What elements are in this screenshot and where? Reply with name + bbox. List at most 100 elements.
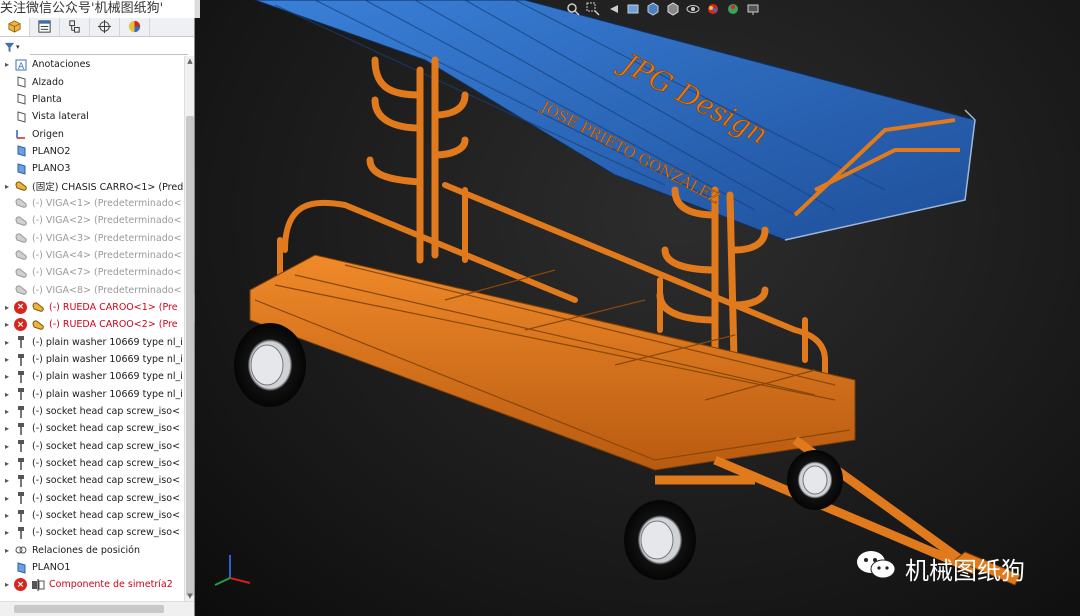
expand-arrow-icon[interactable]: ▸: [0, 494, 14, 503]
tree-item-label: (-) socket head cap screw_iso<: [32, 492, 181, 504]
trailer-model[interactable]: JPG Design JOSE PRIETO GONZÁLEZ: [195, 0, 1080, 616]
display-style-icon[interactable]: [665, 1, 681, 17]
expand-arrow-icon[interactable]: ▸: [0, 476, 14, 485]
tree-item-label: (-) plain washer 10669 type nl_i: [32, 388, 183, 400]
section-view-icon[interactable]: [625, 1, 641, 17]
previous-view-icon[interactable]: [605, 1, 621, 17]
tree-item[interactable]: ▸ (-) socket head cap screw_iso<: [0, 524, 184, 541]
wheel-rear-left: [234, 323, 306, 407]
tree-item[interactable]: ▸ (-) socket head cap screw_iso<: [0, 455, 184, 472]
expand-arrow-icon[interactable]: ▸: [0, 60, 14, 69]
tree-item-label: Componente de simetría2: [49, 579, 173, 591]
tree-item[interactable]: ▸ (-) socket head cap screw_iso<: [0, 490, 184, 507]
heads-up-toolbar: [565, 0, 761, 18]
plane-blue-icon: [14, 162, 28, 176]
tree-item[interactable]: ▸ (-) socket head cap screw_iso<: [0, 403, 184, 420]
expand-arrow-icon[interactable]: ▸: [0, 528, 14, 537]
screw-icon: [14, 370, 28, 384]
expand-arrow-icon[interactable]: ▸: [0, 459, 14, 468]
tree-item[interactable]: ▸ (-) plain washer 10669 type nl_i: [0, 386, 184, 403]
scroll-thumb[interactable]: [186, 116, 194, 596]
tree-item-label: (-) VIGA<1> (Predeterminado<: [32, 197, 182, 209]
tree-item[interactable]: ▸ × (-) RUEDA CAROO<1> (Pre: [0, 299, 184, 316]
plane-icon: [14, 75, 28, 89]
expand-arrow-icon[interactable]: ▸: [0, 390, 14, 399]
expand-arrow-icon[interactable]: ▸: [0, 338, 14, 347]
view-settings-icon[interactable]: [745, 1, 761, 17]
tab-property-manager[interactable]: [30, 17, 60, 36]
tree-item[interactable]: (-) VIGA<3> (Predeterminado<: [0, 229, 184, 246]
part-gray-icon: [14, 231, 28, 245]
tree-item[interactable]: ▸ × Componente de simetría2: [0, 576, 184, 593]
tree-item[interactable]: Origen: [0, 125, 184, 142]
edit-appearance-icon[interactable]: [705, 1, 721, 17]
tab-dimxpert-manager[interactable]: [90, 17, 120, 36]
hscroll-thumb[interactable]: [14, 605, 164, 613]
tree-item-label: Relaciones de posición: [32, 544, 141, 556]
tree-item[interactable]: ▸ (-) plain washer 10669 type nl_i: [0, 334, 184, 351]
expand-arrow-icon[interactable]: ▸: [0, 355, 14, 364]
tree-item[interactable]: ▸ (固定) CHASIS CARRO<1> (Pred: [0, 177, 184, 194]
tree-horizontal-scrollbar[interactable]: [0, 601, 194, 616]
tree-item[interactable]: ▸ (-) socket head cap screw_iso<: [0, 438, 184, 455]
expand-arrow-icon[interactable]: ▸: [0, 424, 14, 433]
tab-feature-manager[interactable]: [0, 17, 30, 36]
tree-item[interactable]: ▸ (-) plain washer 10669 type nl_i: [0, 351, 184, 368]
expand-arrow-icon[interactable]: ▸: [0, 407, 14, 416]
tree-item[interactable]: (-) VIGA<2> (Predeterminado<: [0, 212, 184, 229]
tree-item[interactable]: Vista lateral: [0, 108, 184, 125]
tree-item-label: (-) RUEDA CAROO<1> (Pre: [49, 301, 178, 313]
part-gray-icon: [14, 283, 28, 297]
expand-arrow-icon[interactable]: ▸: [0, 546, 14, 555]
screw-icon: [14, 457, 28, 471]
tree-item[interactable]: ▸ (-) socket head cap screw_iso<: [0, 507, 184, 524]
error-icon: ×: [14, 300, 27, 314]
tree-item-label: Vista lateral: [32, 111, 89, 123]
tree-item[interactable]: ▸ (-) socket head cap screw_iso<: [0, 472, 184, 489]
tree-item[interactable]: Planta: [0, 91, 184, 108]
zoom-area-icon[interactable]: [585, 1, 601, 17]
wechat-logo-icon: [855, 548, 897, 588]
part-icon: [14, 179, 28, 193]
expand-arrow-icon[interactable]: ▸: [0, 511, 14, 520]
tree-item-label: (固定) CHASIS CARRO<1> (Pred: [32, 182, 184, 194]
tree-item[interactable]: PLANO2: [0, 143, 184, 160]
tree-item[interactable]: ▸ (-) plain washer 10669 type nl_i: [0, 368, 184, 385]
tree-item[interactable]: ▸ A Anotaciones: [0, 56, 184, 73]
graphics-viewport[interactable]: JPG Design JOSE PRIETO GONZÁLEZ 机械图纸狗: [195, 0, 1080, 616]
tree-item[interactable]: (-) VIGA<4> (Predeterminado<: [0, 247, 184, 264]
tree-item[interactable]: (-) VIGA<8> (Predeterminado<: [0, 281, 184, 298]
tree-item[interactable]: PLANO1: [0, 559, 184, 576]
tree-item[interactable]: (-) VIGA<1> (Predeterminado<: [0, 195, 184, 212]
filter-button[interactable]: ▾: [4, 40, 24, 54]
expand-arrow-icon[interactable]: ▸: [0, 442, 14, 451]
wheel-front-right: [787, 450, 843, 510]
scroll-down-icon[interactable]: ▼: [185, 591, 194, 601]
filter-input[interactable]: [30, 54, 188, 55]
tree-item[interactable]: ▸ Relaciones de posición: [0, 542, 184, 559]
expand-arrow-icon[interactable]: ▸: [0, 320, 14, 329]
tree-item[interactable]: ▸ × (-) RUEDA CAROO<2> (Pre: [0, 316, 184, 333]
part-gray-icon: [14, 214, 28, 228]
zoom-to-fit-icon[interactable]: [565, 1, 581, 17]
apply-scene-icon[interactable]: [725, 1, 741, 17]
filter-row: ▾: [0, 37, 194, 57]
tree-item-label: Origen: [32, 128, 64, 140]
expand-arrow-icon[interactable]: ▸: [0, 580, 14, 589]
tree-item[interactable]: (-) VIGA<7> (Predeterminado<: [0, 264, 184, 281]
expand-arrow-icon[interactable]: ▸: [0, 182, 14, 191]
tree-item[interactable]: PLANO3: [0, 160, 184, 177]
tree-vertical-scrollbar[interactable]: ▲ ▼: [184, 56, 194, 601]
tab-display-manager[interactable]: [120, 17, 150, 36]
display-manager-icon: [128, 20, 141, 33]
hide-show-icon[interactable]: [685, 1, 701, 17]
tree-item[interactable]: Alzado: [0, 73, 184, 90]
tree-item[interactable]: ▸ (-) socket head cap screw_iso<: [0, 420, 184, 437]
view-orientation-icon[interactable]: [645, 1, 661, 17]
tree-item-label: (-) VIGA<4> (Predeterminado<: [32, 249, 182, 261]
scroll-up-icon[interactable]: ▲: [185, 56, 194, 66]
tab-configuration-manager[interactable]: [60, 17, 90, 36]
expand-arrow-icon[interactable]: ▸: [0, 372, 14, 381]
tree-item-label: (-) VIGA<8> (Predeterminado<: [32, 284, 182, 296]
expand-arrow-icon[interactable]: ▸: [0, 303, 14, 312]
